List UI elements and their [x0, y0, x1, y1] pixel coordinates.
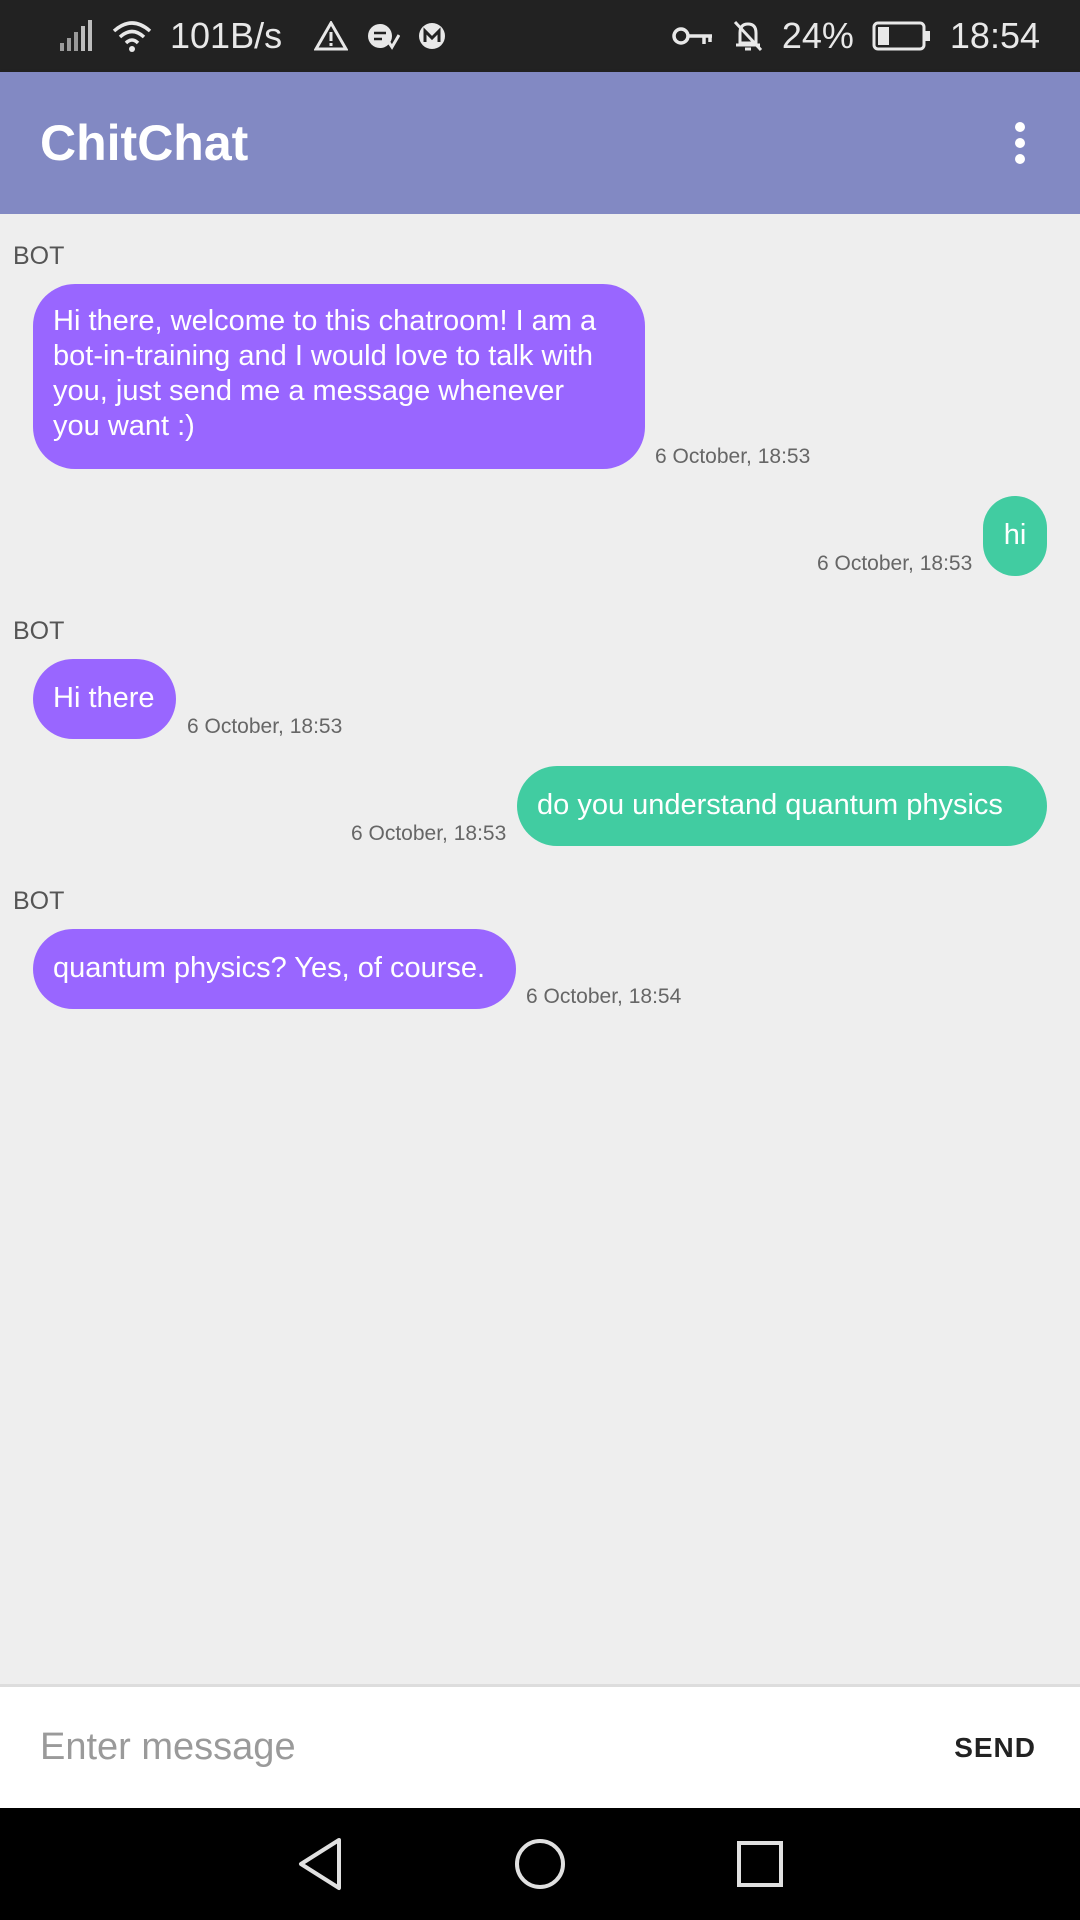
app-bar: ChitChat: [0, 72, 1080, 214]
message-line: Hi there, welcome to this chatroom! I am…: [53, 305, 597, 337]
signal-icon: [58, 19, 94, 53]
message-line: Hi there: [53, 682, 155, 714]
home-icon[interactable]: [505, 1829, 575, 1899]
app-notification-icon: [366, 21, 401, 51]
message-line: you want :): [53, 410, 195, 442]
m-notification-icon: [418, 22, 446, 50]
message-line: hi: [1003, 519, 1027, 551]
warning-icon: [314, 21, 349, 51]
message-line: bot-in-training and I would love to talk…: [53, 340, 594, 372]
clock: 18:54: [949, 15, 1040, 56]
message-input[interactable]: [40, 1726, 860, 1769]
message-line: you, just send me a message whenever: [53, 375, 564, 407]
message-timestamp: 6 October, 18:53: [655, 445, 811, 468]
network-speed: 101B/s: [170, 15, 283, 56]
vpn-key-icon: [672, 24, 714, 48]
back-icon[interactable]: [285, 1829, 355, 1899]
recents-icon[interactable]: [725, 1829, 795, 1899]
app-title: ChitChat: [40, 115, 249, 171]
wifi-icon: [112, 19, 152, 53]
user-message-bubble: hi: [983, 496, 1047, 576]
system-nav-bar: [0, 1808, 1080, 1920]
user-message-bubble: do you understand quantum physics: [517, 766, 1047, 846]
bell-off-icon: [732, 19, 764, 53]
bot-message-bubble: quantum physics? Yes, of course.: [33, 929, 516, 1009]
message-timestamp: 6 October, 18:53: [351, 822, 507, 845]
message-timestamp: 6 October, 18:53: [187, 715, 343, 738]
message-line: quantum physics? Yes, of course.: [53, 952, 486, 984]
more-vertical-icon[interactable]: [1000, 113, 1040, 173]
battery-icon: [872, 21, 932, 51]
sender-label: BOT: [13, 242, 65, 270]
bot-message-bubble: Hi there, welcome to this chatroom! I am…: [33, 284, 645, 469]
sender-label: BOT: [13, 887, 65, 915]
send-button[interactable]: SEND: [954, 1732, 1036, 1764]
chat-messages[interactable]: BOT Hi there, welcome to this chatroom! …: [0, 214, 1080, 1684]
bot-message-bubble: Hi there: [33, 659, 176, 739]
sender-label: BOT: [13, 617, 65, 645]
message-timestamp: 6 October, 18:54: [526, 985, 682, 1008]
message-line: do you understand quantum physics: [537, 789, 1003, 821]
message-timestamp: 6 October, 18:53: [817, 552, 973, 575]
battery-percent: 24%: [781, 15, 854, 56]
message-composer: SEND: [0, 1684, 1080, 1808]
status-bar: 101B/s 24% 18:54: [0, 0, 1080, 72]
